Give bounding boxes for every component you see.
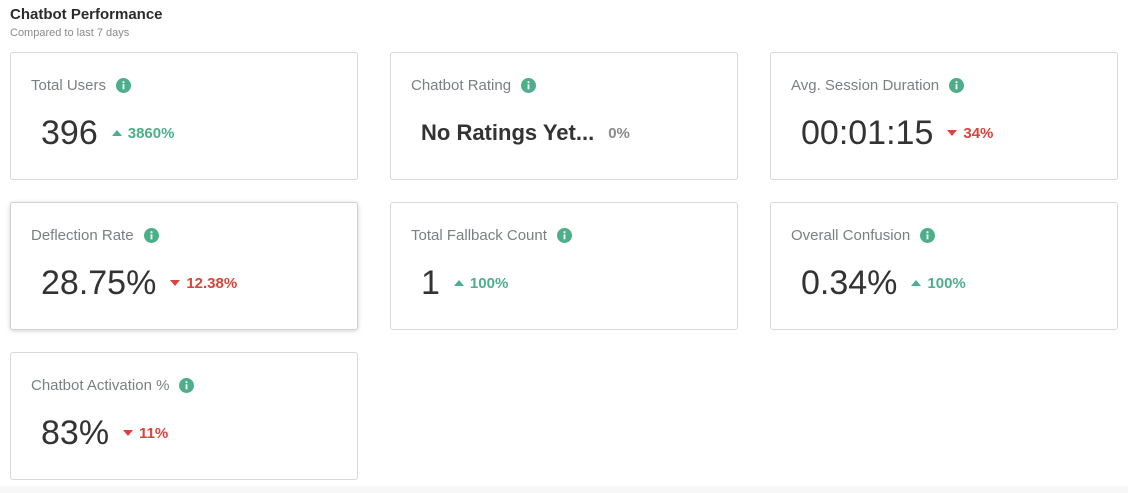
metric-label: Chatbot Activation % — [31, 377, 170, 394]
metric-value: 00:01:15 — [801, 114, 934, 152]
change-value: 0% — [608, 124, 630, 142]
change-value: 3860% — [127, 124, 175, 142]
page-bottom-edge — [0, 486, 1128, 493]
info-icon[interactable] — [949, 78, 965, 93]
info-icon[interactable] — [116, 78, 132, 93]
metric-change: 12.38% — [170, 275, 237, 292]
info-icon[interactable] — [920, 228, 936, 243]
metric-label: Chatbot Rating — [411, 77, 512, 94]
change-value: 11% — [139, 424, 169, 442]
metric-label: Total Fallback Count — [411, 227, 547, 244]
metric-change: 100% — [453, 274, 509, 292]
metric-card-chatbot-activation[interactable]: Chatbot Activation % 83% 11% — [10, 352, 358, 480]
metric-card-total-fallback-count[interactable]: Total Fallback Count 1 100% — [390, 202, 738, 330]
arrow-down-icon — [947, 130, 958, 136]
info-icon[interactable] — [143, 228, 159, 243]
metric-value: 28.75% — [41, 264, 157, 302]
arrow-up-icon — [111, 130, 122, 136]
metric-change: 3860% — [111, 124, 175, 142]
metric-change: 0% — [608, 125, 630, 142]
metric-card-overall-confusion[interactable]: Overall Confusion 0.34% 100% — [770, 202, 1118, 330]
change-value: 34% — [963, 124, 994, 142]
metric-label: Total Users — [31, 77, 107, 94]
metric-card-avg-session-duration[interactable]: Avg. Session Duration 00:01:15 34% — [770, 52, 1118, 180]
metric-card-deflection-rate[interactable]: Deflection Rate 28.75% 12.38% — [10, 202, 358, 330]
arrow-down-icon — [123, 430, 134, 436]
metric-value: 396 — [41, 114, 98, 152]
metric-card-chatbot-rating[interactable]: Chatbot Rating No Ratings Yet... 0% — [390, 52, 738, 180]
arrow-up-icon — [911, 280, 922, 286]
metric-value: 1 — [421, 264, 440, 302]
metric-change: 11% — [123, 425, 168, 442]
metric-change: 34% — [947, 125, 993, 142]
section-title: Chatbot Performance — [10, 6, 163, 23]
info-icon[interactable] — [521, 78, 537, 93]
metric-change: 100% — [911, 274, 966, 292]
section-header: Chatbot Performance Compared to last 7 d… — [10, 6, 163, 40]
metric-label: Avg. Session Duration — [791, 77, 940, 94]
section-subtitle: Compared to last 7 days — [10, 27, 130, 39]
change-value: 100% — [927, 274, 966, 292]
info-icon[interactable] — [179, 378, 195, 393]
change-value: 12.38% — [186, 274, 238, 292]
metric-value: 83% — [41, 414, 110, 452]
metric-label: Deflection Rate — [31, 227, 134, 244]
info-icon[interactable] — [556, 228, 572, 243]
arrow-down-icon — [170, 280, 181, 286]
metric-card-total-users[interactable]: Total Users 396 3860% — [10, 52, 358, 180]
metric-value: No Ratings Yet... — [421, 120, 595, 145]
change-value: 100% — [469, 274, 509, 292]
metric-label: Overall Confusion — [791, 227, 911, 244]
arrow-up-icon — [453, 280, 464, 286]
metric-value: 0.34% — [801, 264, 898, 302]
